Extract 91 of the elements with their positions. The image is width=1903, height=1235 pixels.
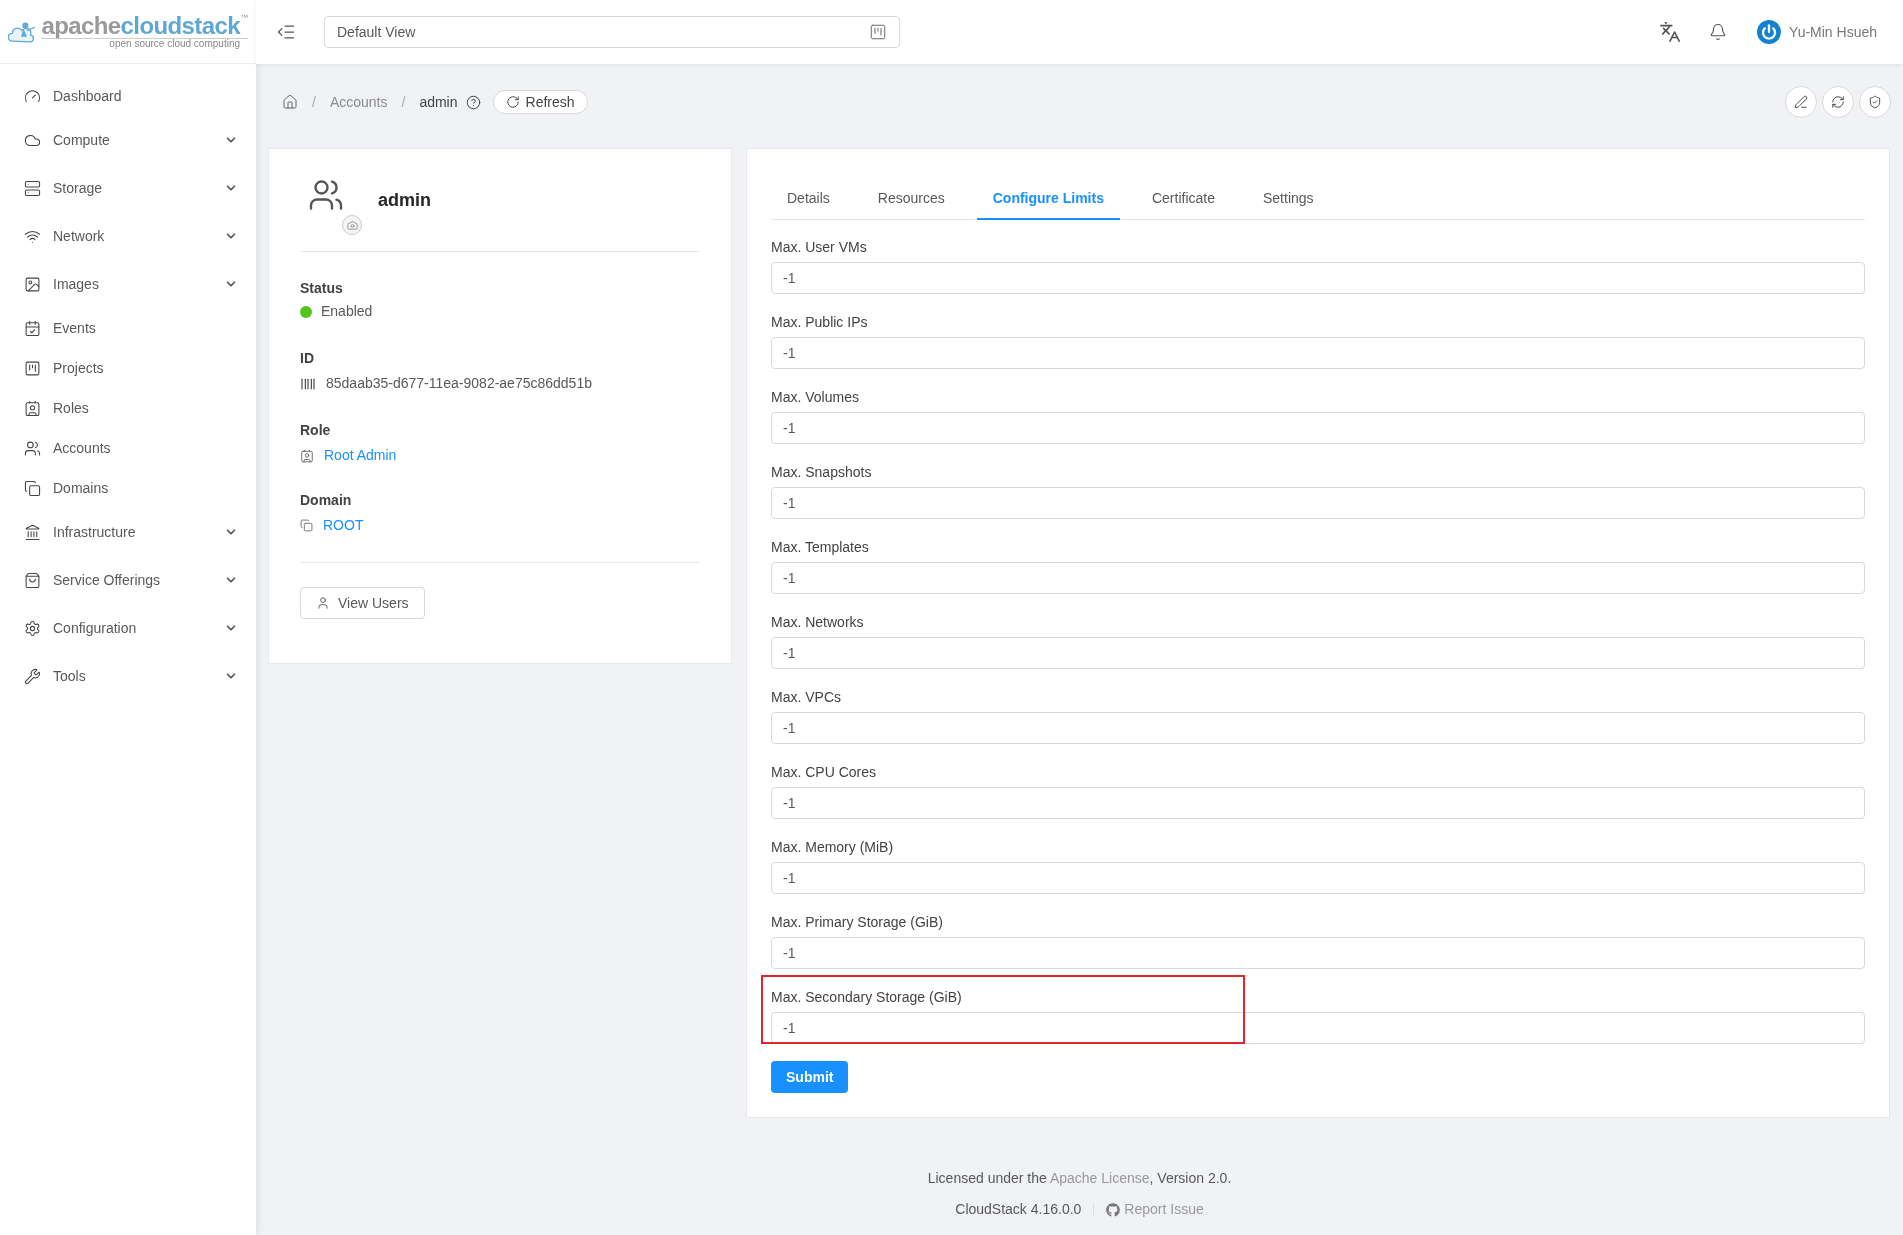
field-label: Role [300, 421, 332, 440]
field-label: Max. Primary Storage (GiB) [771, 913, 944, 932]
server-icon [24, 179, 41, 197]
nav-item[interactable]: Domains [0, 468, 256, 508]
id-value: 85daab35-d677-11ea-9082-ae75c86dd51b [326, 374, 592, 393]
version-text: CloudStack 4.16.0.0 [955, 1200, 1082, 1219]
limit-field[interactable]: -1 [771, 487, 1865, 519]
id-card-icon [24, 399, 41, 417]
field-label: Max. Volumes [771, 388, 860, 407]
refresh-icon [505, 95, 520, 109]
tab[interactable]: Details [771, 179, 846, 220]
copy-icon [24, 479, 41, 497]
nav-item[interactable]: Storage [0, 164, 256, 212]
limit-field[interactable]: -1 [771, 937, 1865, 969]
bell-icon[interactable] [1709, 23, 1728, 41]
nav-item[interactable]: Events [0, 308, 256, 348]
nav-item[interactable]: Accounts [0, 428, 256, 468]
field-label: Max. User VMs [771, 238, 868, 257]
help-icon[interactable] [465, 94, 481, 110]
nav-item[interactable]: Images [0, 260, 256, 308]
github-icon [1106, 1202, 1121, 1217]
field-label: Max. Networks [771, 613, 865, 632]
wrench-icon [24, 667, 41, 685]
gauge-icon [24, 87, 41, 105]
nav-item[interactable]: Dashboard [0, 76, 256, 116]
bank-icon [24, 523, 41, 541]
limit-field[interactable]: -1 [771, 262, 1865, 294]
breadcrumb-separator: / [401, 92, 406, 112]
edit-button[interactable] [1785, 86, 1817, 118]
tab[interactable]: Settings [1247, 179, 1330, 220]
limit-field[interactable]: -1 [771, 337, 1865, 369]
calendar-icon [24, 319, 41, 337]
tab[interactable]: Certificate [1135, 179, 1231, 220]
pencil-icon [1794, 95, 1808, 109]
nav-item[interactable]: Service Offerings [0, 556, 256, 604]
status-text: Enabled [321, 302, 373, 321]
account-icon [308, 177, 344, 213]
shield-button[interactable] [1859, 86, 1891, 118]
limit-field[interactable]: -1 [771, 862, 1865, 894]
nav-item[interactable]: Infrastructure [0, 508, 256, 556]
breadcrumb-item: admin [419, 92, 458, 112]
view-users-button[interactable]: View Users [300, 587, 425, 619]
field-label: Max. Templates [771, 538, 870, 557]
sync-icon [1831, 95, 1845, 109]
view-selector[interactable]: Default View [324, 16, 900, 48]
users-icon [24, 439, 41, 457]
field-label: Max. Snapshots [771, 463, 873, 482]
nav-item[interactable]: Configuration [0, 604, 256, 652]
bag-icon [24, 571, 41, 589]
field-label: Status [300, 279, 344, 298]
field-label: Max. Public IPs [771, 313, 869, 332]
field-label: ID [300, 349, 315, 368]
avatar-icon[interactable] [1757, 20, 1782, 44]
id-card-icon [300, 448, 314, 463]
nav-item[interactable]: Compute [0, 116, 256, 164]
user-name[interactable]: Yu-Min Hsueh [1789, 21, 1877, 43]
gear-icon [24, 619, 41, 637]
nav-item[interactable]: Tools [0, 652, 256, 700]
limit-field[interactable]: -1 [771, 712, 1865, 744]
user-icon [316, 596, 330, 610]
sync-button[interactable] [1822, 86, 1854, 118]
trademark-sign: ™ [240, 14, 248, 22]
translate-icon[interactable] [1659, 21, 1682, 43]
copy-icon [300, 519, 313, 532]
board-icon [869, 23, 887, 41]
license-text: Licensed under the Apache License, Version 2.0. [927, 1169, 1232, 1188]
field-label: Max. Secondary Storage (GiB) [771, 988, 963, 1007]
camera-button[interactable] [342, 215, 362, 235]
logo-tagline: open source cloud computing [41, 38, 248, 49]
account-name: admin [378, 189, 431, 212]
home-icon[interactable] [282, 94, 298, 110]
nav-item[interactable]: Network [0, 212, 256, 260]
limit-field[interactable]: -1 [771, 637, 1865, 669]
logo-wordmark: apachecloudstack [41, 14, 240, 38]
nav-item[interactable]: Roles [0, 388, 256, 428]
refresh-button[interactable]: Refresh [492, 90, 588, 114]
camera-icon [346, 219, 358, 231]
tab[interactable]: Resources [861, 179, 961, 220]
field-label: Max. VPCs [771, 688, 842, 707]
image-icon [24, 275, 41, 293]
field-label: Max. CPU Cores [771, 763, 878, 782]
field-label: Domain [300, 491, 353, 510]
board-icon [24, 359, 41, 377]
shield-icon [1868, 95, 1882, 109]
limit-field[interactable]: -1 [771, 412, 1865, 444]
field-label: Max. Memory (MiB) [771, 838, 895, 857]
limit-field[interactable]: -1 [771, 1012, 1865, 1044]
limit-field[interactable]: -1 [771, 562, 1865, 594]
breadcrumb-separator: / [312, 92, 316, 112]
nav-item[interactable]: Projects [0, 348, 256, 388]
limit-field[interactable]: -1 [771, 787, 1865, 819]
